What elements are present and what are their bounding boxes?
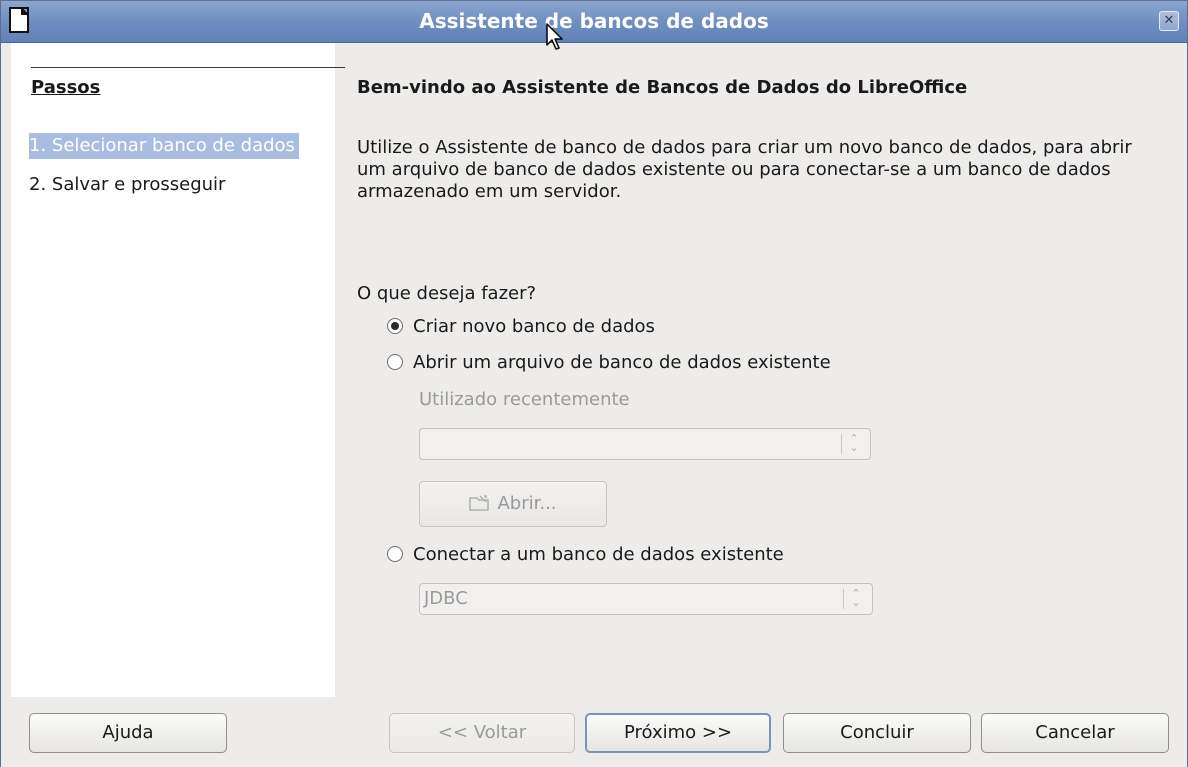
- close-icon[interactable]: ✕: [1159, 11, 1179, 31]
- question-label: O que deseja fazer?: [357, 283, 537, 304]
- wizard-content: Bem-vindo ao Assistente de Bancos de Dad…: [335, 43, 1187, 697]
- recent-files-label: Utilizado recentemente: [419, 389, 630, 410]
- help-button[interactable]: Ajuda: [29, 713, 227, 753]
- step-select-database[interactable]: 1. Selecionar banco de dados: [29, 133, 299, 159]
- connection-type-value: JDBC: [424, 588, 468, 609]
- recent-files-dropdown[interactable]: ⌃ ⌄: [419, 428, 871, 460]
- intro-text: Utilize o Assistente de banco de dados p…: [357, 137, 1132, 202]
- cancel-button[interactable]: Cancelar: [981, 713, 1169, 753]
- back-button[interactable]: << Voltar: [389, 713, 575, 753]
- title-bar[interactable]: Assistente de bancos de dados ✕: [1, 1, 1187, 43]
- window-title: Assistente de bancos de dados: [419, 9, 769, 33]
- chevron-up-down-icon: ⌃ ⌄: [843, 588, 866, 609]
- steps-sidebar: Passos 1. Selecionar banco de dados 2. S…: [11, 43, 345, 697]
- connection-type-dropdown[interactable]: JDBC ⌃ ⌄: [419, 583, 873, 615]
- sidebar-divider: [31, 67, 345, 68]
- radio-connect-label: Conectar a um banco de dados existente: [413, 544, 784, 565]
- radio-create-database[interactable]: Criar novo banco de dados: [387, 314, 655, 340]
- radio-connect-database[interactable]: Conectar a um banco de dados existente: [387, 542, 784, 568]
- finish-button[interactable]: Concluir: [783, 713, 971, 753]
- open-button-label: Abrir...: [497, 493, 557, 514]
- folder-open-icon: [469, 495, 490, 511]
- button-bar: Ajuda << Voltar Próximo >> Concluir Canc…: [1, 697, 1187, 767]
- step-save-and-proceed[interactable]: 2. Salvar e prosseguir: [29, 172, 225, 198]
- radio-button-selected[interactable]: [387, 318, 403, 334]
- page-title: Bem-vindo ao Assistente de Bancos de Dad…: [357, 77, 968, 98]
- open-file-button[interactable]: Abrir...: [419, 481, 607, 527]
- next-button[interactable]: Próximo >>: [585, 713, 771, 753]
- chevron-up-down-icon: ⌃ ⌄: [841, 433, 864, 454]
- steps-heading: Passos: [31, 77, 101, 98]
- radio-button[interactable]: [387, 354, 403, 370]
- radio-button[interactable]: [387, 546, 403, 562]
- radio-open-database[interactable]: Abrir um arquivo de banco de dados exist…: [387, 350, 831, 376]
- mouse-pointer-icon: [546, 23, 563, 50]
- radio-open-label: Abrir um arquivo de banco de dados exist…: [413, 352, 831, 373]
- database-wizard-window: Assistente de bancos de dados ✕ Passos 1…: [0, 0, 1188, 767]
- radio-create-label: Criar novo banco de dados: [413, 316, 655, 337]
